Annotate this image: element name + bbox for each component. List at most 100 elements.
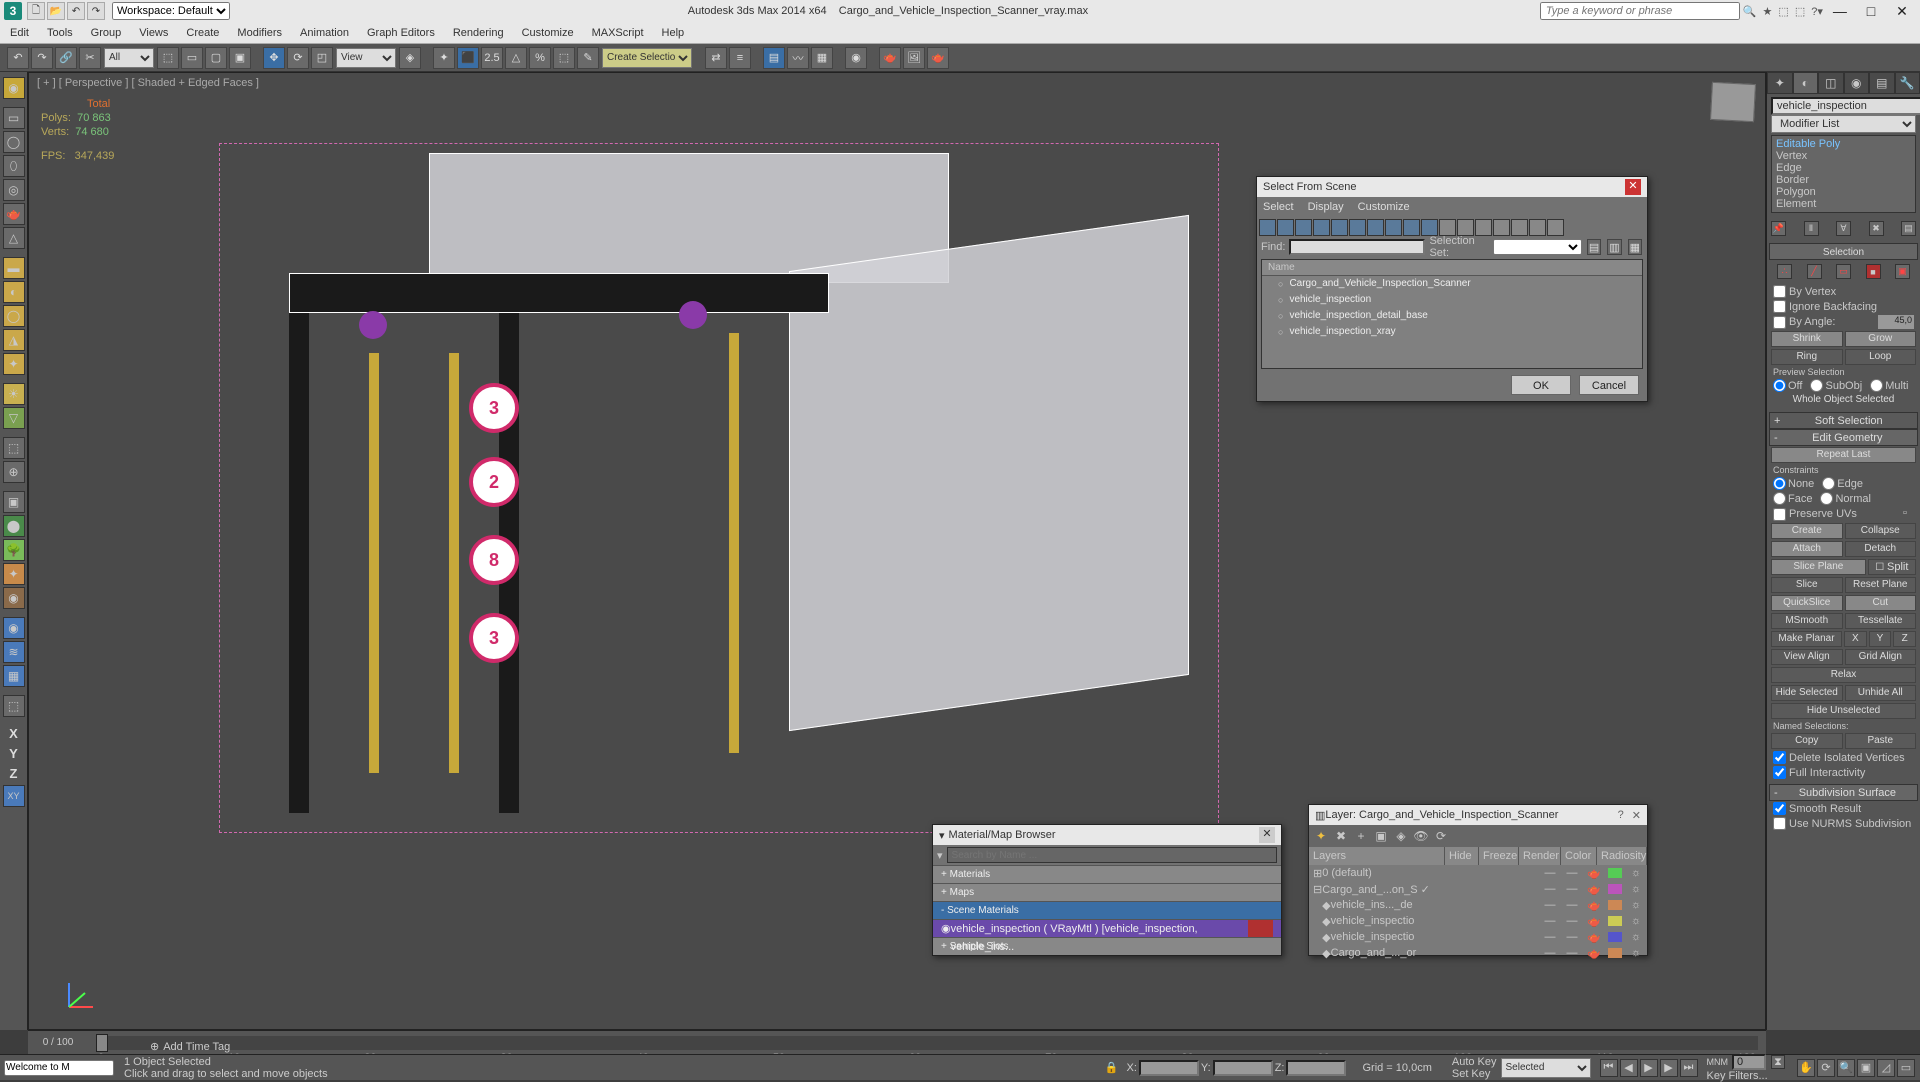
teapot-icon[interactable]: 🫖 <box>3 203 25 225</box>
qat-new-icon[interactable]: 🗋 <box>27 2 45 20</box>
y-coord-input[interactable] <box>1213 1060 1273 1076</box>
paste-button[interactable]: Paste <box>1845 733 1917 749</box>
sfs-menu-customize[interactable]: Customize <box>1358 201 1410 213</box>
hidesel-button[interactable]: Hide Selected <box>1771 685 1843 701</box>
nurms-check[interactable] <box>1773 817 1786 830</box>
pyramid-icon[interactable]: ◮ <box>3 329 25 351</box>
modifier-list-select[interactable]: Modifier List <box>1771 115 1916 133</box>
layer-hide-icon[interactable]: 👁 <box>1413 828 1429 844</box>
biped-icon[interactable]: 🌳 <box>3 539 25 561</box>
play-icon[interactable]: ▶ <box>1640 1059 1658 1077</box>
sfs-item[interactable]: vehicle_inspection_xray <box>1262 324 1642 340</box>
collapse-button[interactable]: Collapse <box>1845 523 1917 539</box>
sfs-menu-select[interactable]: Select <box>1263 201 1294 213</box>
sliceplane-button[interactable]: Slice Plane <box>1771 559 1866 575</box>
constraint-normal-radio[interactable] <box>1820 492 1833 505</box>
cam-icon[interactable]: ⬚ <box>3 437 25 459</box>
planar-x-button[interactable]: X <box>1844 631 1867 647</box>
sfs-item[interactable]: vehicle_inspection <box>1262 292 1642 308</box>
move-icon[interactable]: ✥ <box>263 47 285 69</box>
layer-list[interactable]: ⊞ 0 (default)——🫖☼ ⊟ Cargo_and_...on_S ✓—… <box>1309 865 1647 955</box>
modifier-stack[interactable]: Editable Poly Vertex Edge Border Polygon… <box>1771 135 1916 213</box>
sfs-name-header[interactable]: Name <box>1262 260 1642 276</box>
msmooth-button[interactable]: MSmooth <box>1771 613 1843 629</box>
mirror-icon[interactable]: ⇄ <box>705 47 727 69</box>
sfs-f8[interactable] <box>1385 219 1402 236</box>
sfs-selset-select[interactable] <box>1493 239 1582 255</box>
geosphere-icon[interactable]: ◐ <box>3 281 25 303</box>
sfs-f10[interactable] <box>1421 219 1438 236</box>
render-icon[interactable]: 🫖 <box>927 47 949 69</box>
schematic-icon[interactable]: ▦ <box>811 47 833 69</box>
refcoord-select[interactable]: View <box>336 48 396 68</box>
menu-customize[interactable]: Customize <box>522 27 574 39</box>
orbit-icon[interactable]: ⟳ <box>1817 1059 1835 1077</box>
mmb-material-item[interactable]: ◉ vehicle_inspection ( VRayMtl ) [vehicl… <box>933 919 1281 937</box>
viewport-label[interactable]: [ + ] [ Perspective ] [ Shaded + Edged F… <box>37 77 259 89</box>
ns-edit-icon[interactable]: ✎ <box>577 47 599 69</box>
sfs-f15[interactable] <box>1511 219 1528 236</box>
utilities-tab-icon[interactable]: 🔧 <box>1895 72 1920 94</box>
keymode-select[interactable]: Selected <box>1501 1058 1591 1078</box>
sfs-tb-a[interactable]: ▤ <box>1587 239 1601 255</box>
app-logo[interactable]: 3 <box>4 2 22 20</box>
spinner-snap-icon[interactable]: ⬚ <box>553 47 575 69</box>
zoom-ext-icon[interactable]: ▣ <box>1857 1059 1875 1077</box>
named-selection-select[interactable]: Create Selection Se <box>602 48 692 68</box>
x-coord-input[interactable] <box>1139 1060 1199 1076</box>
sfs-f6[interactable] <box>1349 219 1366 236</box>
subdiv-rollout[interactable]: -Subdivision Surface <box>1769 784 1918 801</box>
mmb-sampleslots-section[interactable]: + Sample Slots <box>933 937 1281 955</box>
sphere-icon[interactable]: ◯ <box>3 131 25 153</box>
menu-grapheditors[interactable]: Graph Editors <box>367 27 435 39</box>
setkey-button[interactable]: Set Key <box>1452 1068 1497 1080</box>
keymode-icon[interactable]: ⬛ <box>457 47 479 69</box>
align-icon[interactable]: ≡ <box>729 47 751 69</box>
resetplane-button[interactable]: Reset Plane <box>1845 577 1917 593</box>
layer-del-icon[interactable]: ✖ <box>1333 828 1349 844</box>
planar-y-button[interactable]: Y <box>1869 631 1892 647</box>
hierarchy-tab-icon[interactable]: ◫ <box>1818 72 1844 94</box>
modify-tab-icon[interactable]: ◐ <box>1793 72 1819 94</box>
minimize-button[interactable]: — <box>1826 3 1854 19</box>
editgeo-rollout[interactable]: -Edit Geometry <box>1769 429 1918 446</box>
systems-icon[interactable]: ▦ <box>3 665 25 687</box>
sfs-f16[interactable] <box>1529 219 1546 236</box>
space-warp-icon[interactable]: ≋ <box>3 641 25 663</box>
by-angle-check[interactable] <box>1773 316 1786 329</box>
bone-icon[interactable]: ⬤ <box>3 515 25 537</box>
layer-sel-icon[interactable]: ▣ <box>1373 828 1389 844</box>
detach-button[interactable]: Detach <box>1845 541 1917 557</box>
menu-tools[interactable]: Tools <box>47 27 73 39</box>
maximize-button[interactable]: □ <box>1857 3 1885 19</box>
sfs-f4[interactable] <box>1313 219 1330 236</box>
lock-icon[interactable]: 🔒 <box>1105 1061 1119 1074</box>
cylinder-icon[interactable]: ⬯ <box>3 155 25 177</box>
plane-icon[interactable]: ▬ <box>3 257 25 279</box>
prev-frame-icon[interactable]: ◀ <box>1620 1059 1638 1077</box>
time-config-icon[interactable]: ⧗ <box>1771 1055 1785 1069</box>
menu-create[interactable]: Create <box>186 27 219 39</box>
makeplanar-button[interactable]: Make Planar <box>1771 631 1842 647</box>
sfs-cancel-button[interactable]: Cancel <box>1579 375 1639 395</box>
maxscript-listener[interactable] <box>4 1060 114 1076</box>
constraint-none-radio[interactable] <box>1773 477 1786 490</box>
sfs-close-icon[interactable]: ✕ <box>1625 179 1641 195</box>
mmb-materials-section[interactable]: + Materials <box>933 865 1281 883</box>
angle-spinner[interactable]: 45,0 <box>1878 315 1914 329</box>
undo-icon[interactable]: ↶ <box>7 47 29 69</box>
autokey-button[interactable]: Auto Key <box>1452 1056 1497 1068</box>
mmb-search-input[interactable] <box>947 847 1277 863</box>
preview-subobj-radio[interactable] <box>1810 379 1823 392</box>
snap25-button[interactable]: 2.5 <box>481 47 503 69</box>
nurbs-icon[interactable]: ◉ <box>3 587 25 609</box>
layer-new-icon[interactable]: ✦ <box>1313 828 1329 844</box>
border-icon[interactable]: ▭ <box>1836 264 1851 279</box>
layer-add-icon[interactable]: + <box>1353 828 1369 844</box>
display-tab-icon[interactable]: ▤ <box>1869 72 1895 94</box>
layer-ref-icon[interactable]: ⟳ <box>1433 828 1449 844</box>
repeat-last-button[interactable]: Repeat Last <box>1771 447 1916 463</box>
select-icon[interactable]: ⬚ <box>157 47 179 69</box>
sfs-f11[interactable] <box>1439 219 1456 236</box>
scale-icon[interactable]: ◰ <box>311 47 333 69</box>
